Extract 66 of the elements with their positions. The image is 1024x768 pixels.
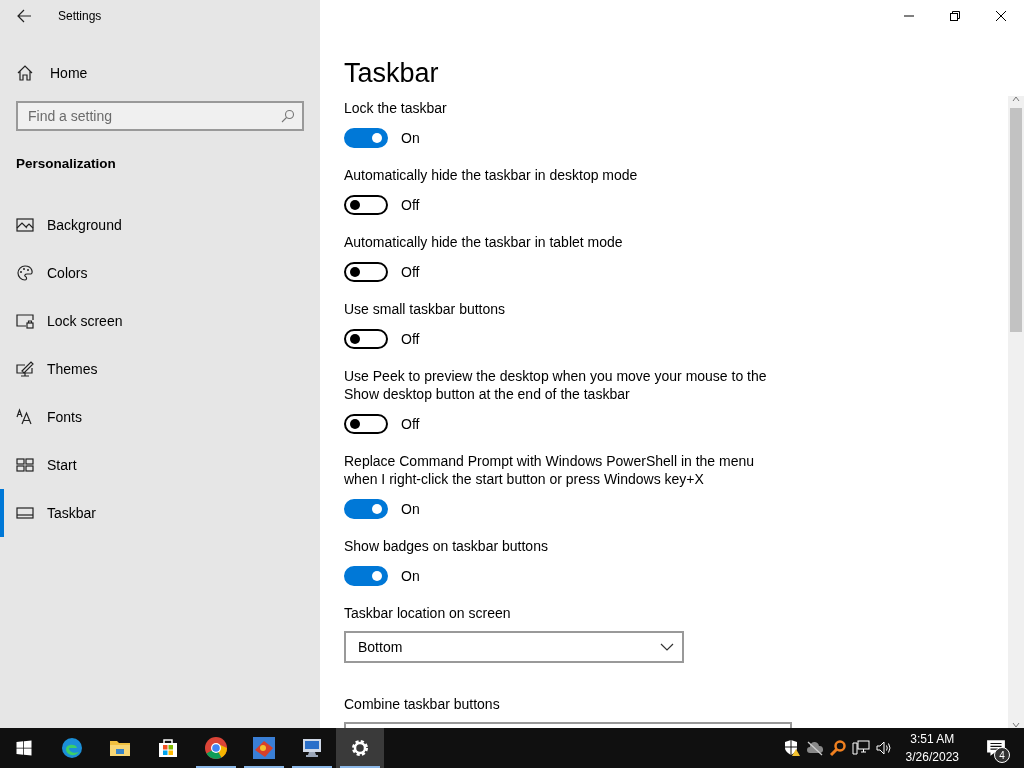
section-heading: Personalization bbox=[16, 156, 117, 171]
setting-label: Taskbar location on screen bbox=[344, 604, 512, 622]
brush-monitor-icon bbox=[16, 360, 34, 378]
toggle-switch[interactable] bbox=[344, 128, 388, 148]
speaker-icon[interactable] bbox=[874, 739, 893, 757]
lock-screen-icon bbox=[16, 312, 34, 330]
close-icon bbox=[996, 11, 1006, 21]
setting-label: Combine taskbar buttons bbox=[344, 695, 501, 713]
magnifier-icon[interactable] bbox=[828, 739, 847, 757]
sidebar-item[interactable]: Themes bbox=[0, 345, 320, 393]
home-icon bbox=[16, 64, 34, 82]
setting-label: Lock the taskbar bbox=[344, 99, 448, 117]
game-icon bbox=[252, 736, 276, 760]
sidebar-item[interactable]: Start bbox=[0, 441, 320, 489]
toggle-state: On bbox=[401, 501, 420, 517]
picture-icon bbox=[16, 216, 34, 234]
sidebar-item[interactable]: Lock screen bbox=[0, 297, 320, 345]
taskbar-app[interactable] bbox=[336, 728, 384, 768]
toggle-state: Off bbox=[401, 416, 420, 432]
setting-label: Automatically hide the taskbar in tablet mode bbox=[344, 233, 624, 251]
sidebar-item[interactable]: Colors bbox=[0, 249, 320, 297]
toggle-switch[interactable] bbox=[344, 329, 388, 349]
home-link[interactable]: Home bbox=[16, 56, 320, 90]
taskbar-icon bbox=[16, 504, 34, 522]
setting-label: Replace Command Prompt with Windows PowerShell in the menu when I right-click the start button or press Windows key+X bbox=[344, 452, 756, 488]
back-arrow-icon[interactable] bbox=[16, 8, 32, 24]
toggle-state: On bbox=[401, 130, 420, 146]
scroll-down-icon[interactable] bbox=[1012, 722, 1020, 728]
clock[interactable]: 3:51 AM 3/26/2023 bbox=[905, 730, 959, 766]
toggle-switch[interactable] bbox=[344, 414, 388, 434]
setting-label: Use small taskbar buttons bbox=[344, 300, 507, 318]
search-icon bbox=[281, 109, 295, 123]
scroll-up-icon[interactable] bbox=[1012, 96, 1020, 102]
palette-icon bbox=[16, 264, 34, 282]
shield-warning-icon[interactable] bbox=[782, 739, 801, 757]
sidebar-item[interactable]: Fonts bbox=[0, 393, 320, 441]
toggle-switch[interactable] bbox=[344, 195, 388, 215]
page-title: Taskbar bbox=[344, 57, 440, 90]
toggle-switch[interactable] bbox=[344, 262, 388, 282]
sidebar-item[interactable]: Background bbox=[0, 201, 320, 249]
cloud-offline-icon[interactable] bbox=[805, 739, 824, 757]
browser-icon bbox=[60, 736, 84, 760]
windows-logo-icon bbox=[15, 739, 33, 757]
browser-icon bbox=[204, 736, 228, 760]
computer-icon bbox=[300, 736, 324, 760]
toggle-switch[interactable] bbox=[344, 566, 388, 586]
restore-icon bbox=[950, 11, 960, 21]
scrollbar[interactable] bbox=[1008, 96, 1024, 728]
dropdown[interactable]: Bottom bbox=[344, 631, 684, 663]
setting-label: Automatically hide the taskbar in desktop mode bbox=[344, 166, 639, 184]
tiles-icon bbox=[16, 456, 34, 474]
toggle-state: On bbox=[401, 568, 420, 584]
search-field[interactable]: Find a setting bbox=[16, 101, 304, 131]
toggle-switch[interactable] bbox=[344, 499, 388, 519]
toggle-state: Off bbox=[401, 197, 420, 213]
shopping-bag-icon bbox=[156, 736, 180, 760]
letters-icon bbox=[16, 408, 34, 426]
setting-label: Use Peek to preview the desktop when you move your mouse to the Show desktop button at the end of the taskbar bbox=[344, 367, 768, 403]
notifications-button[interactable]: 4 bbox=[976, 728, 1016, 768]
window-title: Settings bbox=[58, 9, 102, 23]
toggle-state: Off bbox=[401, 264, 420, 280]
chevron-down-icon bbox=[660, 643, 674, 651]
network-icon[interactable] bbox=[851, 739, 870, 757]
setting-label: Show badges on taskbar buttons bbox=[344, 537, 549, 555]
notification-count: 4 bbox=[994, 747, 1010, 763]
toggle-state: Off bbox=[401, 331, 420, 347]
